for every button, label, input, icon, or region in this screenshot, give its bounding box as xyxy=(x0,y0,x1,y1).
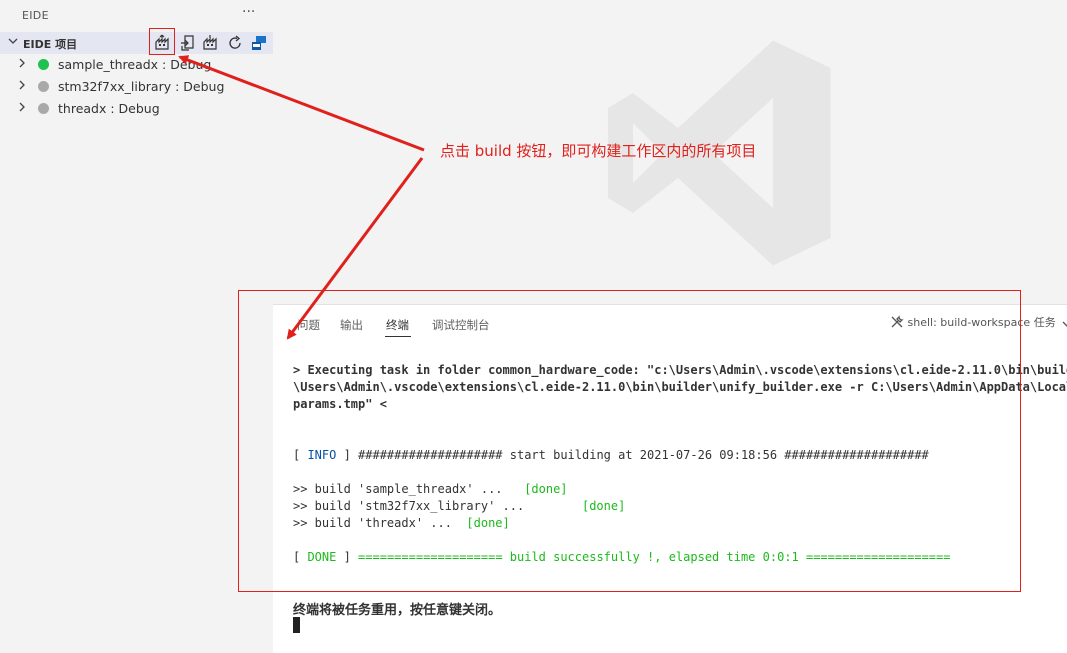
arrow-to-terminal xyxy=(286,157,424,340)
arrow-to-build-button xyxy=(178,55,425,152)
annotation-arrows xyxy=(178,55,425,340)
